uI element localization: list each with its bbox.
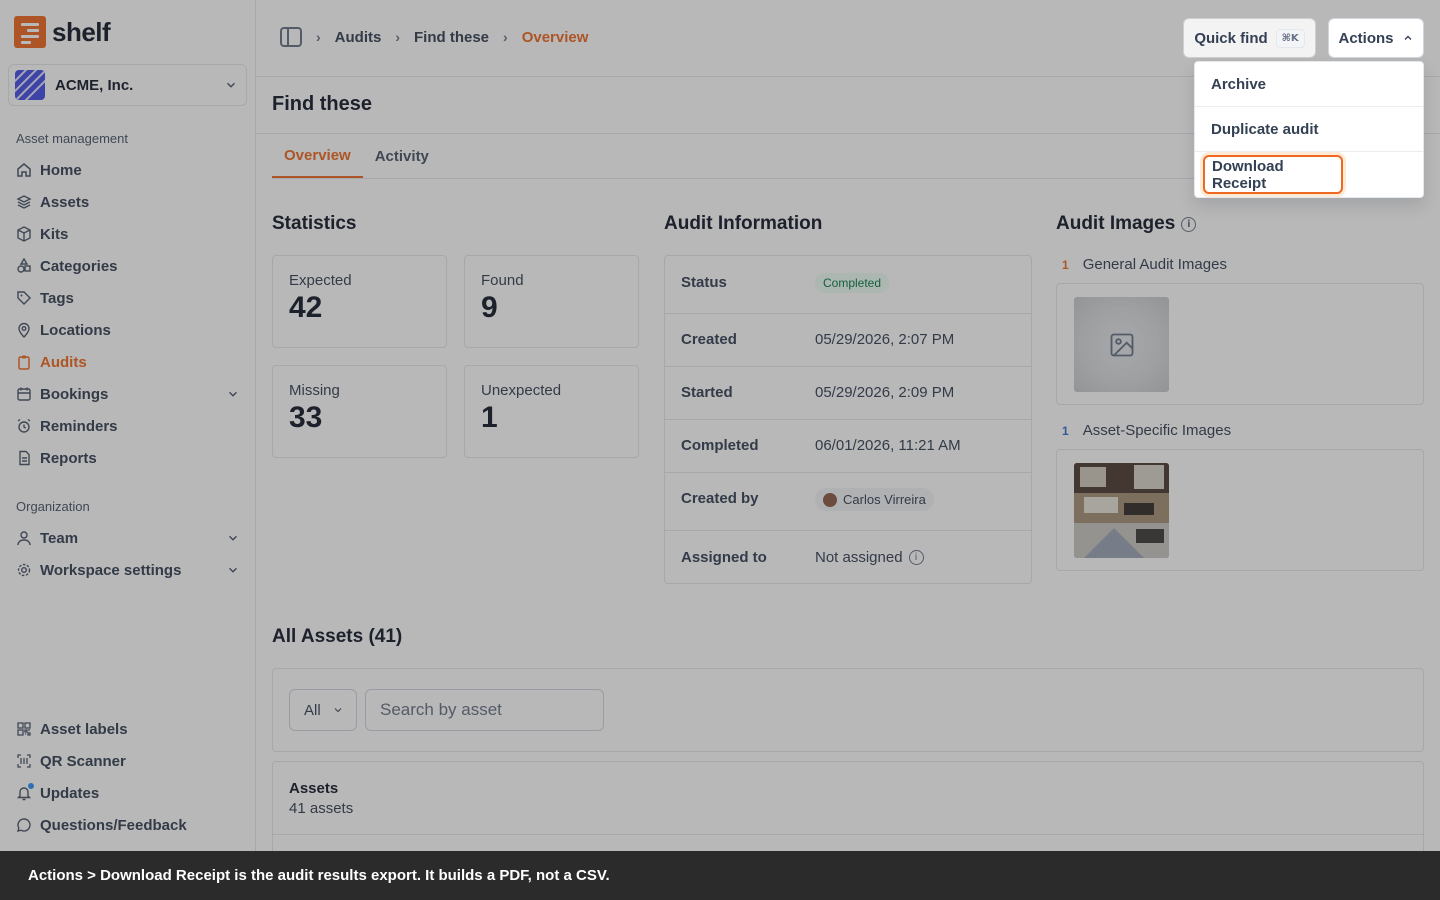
caption-bar: Actions > Download Receipt is the audit …: [0, 851, 1440, 900]
menu-item-archive[interactable]: Archive: [1195, 62, 1423, 107]
menu-item-download-receipt[interactable]: Download Receipt: [1203, 155, 1343, 194]
quick-find-button[interactable]: Quick find ⌘K: [1183, 18, 1316, 58]
actions-button[interactable]: Actions: [1328, 18, 1424, 58]
menu-item-duplicate-audit[interactable]: Duplicate audit: [1195, 107, 1423, 152]
chevron-up-icon: [1404, 35, 1411, 40]
quick-find-label: Quick find: [1194, 29, 1268, 47]
shortcut-badge: ⌘K: [1275, 28, 1305, 48]
actions-label: Actions: [1338, 29, 1394, 47]
actions-menu: Archive Duplicate audit Download Receipt: [1194, 61, 1424, 198]
